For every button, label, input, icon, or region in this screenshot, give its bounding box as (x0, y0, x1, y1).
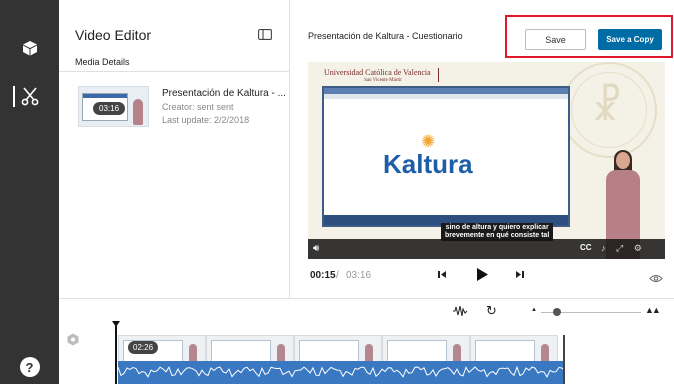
step-forward-icon (516, 271, 524, 278)
subtitle-line-1: sino de altura y quiero explicar (445, 224, 549, 231)
zoom-slider-knob[interactable] (553, 308, 561, 316)
entry-last-update: Last update: 2/2/2018 (162, 115, 250, 125)
trim-tool-button[interactable] (0, 74, 59, 118)
chi-rho-emblem: ☧ (591, 84, 623, 130)
play-button[interactable] (476, 268, 488, 284)
timeline-frame (470, 335, 558, 363)
timeline-frame (382, 335, 470, 363)
timeline: ↻ ▲ ▲▲ 02:26 (59, 298, 674, 384)
previous-frame-button[interactable] (438, 270, 447, 282)
time-separator: / (336, 270, 339, 281)
left-rail: ? (0, 0, 59, 384)
video-title: Presentación de Kaltura - Cuestionario (308, 31, 463, 41)
media-details-panel: Video Editor Media Details 03:16 Present… (59, 0, 290, 298)
duration-badge: 03:16 (93, 102, 126, 115)
thumbnail-presenter (133, 99, 143, 125)
university-divider (438, 68, 439, 82)
total-time: 03:16 (346, 270, 372, 281)
preview-panel: Presentación de Kaltura - Cuestionario S… (291, 0, 674, 298)
playhead-time-badge: 02:26 (128, 341, 159, 354)
play-icon (477, 268, 488, 281)
eye-icon (649, 275, 663, 282)
save-a-copy-button[interactable]: Save a Copy (598, 29, 662, 50)
video-player[interactable]: Universidad Católica de Valencia San Vic… (308, 62, 665, 259)
media-details-label: Media Details (75, 57, 130, 67)
kaltura-wordmark: Kaltura (383, 149, 473, 179)
timeline-frame (206, 335, 294, 363)
university-subname: San Vicente Mártir (364, 78, 402, 83)
player-options-icon[interactable]: ♪ ⤢ ⚙ (601, 243, 646, 254)
help-icon: ? (19, 357, 40, 377)
timeline-frame (294, 335, 382, 363)
panel-title: Video Editor (75, 27, 152, 43)
timeline-track[interactable]: 02:26 (118, 335, 565, 384)
visibility-toggle[interactable] (649, 270, 663, 288)
screen-menubar (324, 94, 568, 99)
university-name: Universidad Católica de Valencia (324, 68, 431, 77)
hexagon-icon (67, 333, 79, 351)
panel-toggle-button[interactable] (258, 27, 272, 45)
timeline-toolbar: ↻ ▲ ▲▲ (59, 299, 674, 323)
current-time: 00:15 (310, 270, 336, 281)
zoom-in-icon[interactable]: ▲▲ (645, 305, 661, 315)
next-frame-button[interactable] (515, 270, 524, 282)
entry-title: Presentación de Kaltura - ... (162, 88, 286, 99)
waveform-icon[interactable] (453, 305, 468, 319)
zoom-out-icon[interactable]: ▲ (531, 307, 537, 313)
player-controlbar: 🔊︎ CC ♪ ⤢ ⚙ (308, 239, 665, 259)
help-button[interactable]: ? (0, 350, 59, 384)
audio-waveform (118, 361, 563, 384)
presentation-screen: ✺ Kaltura (322, 86, 570, 227)
cc-icon[interactable]: CC (580, 243, 592, 252)
sidebar-toggle-icon (258, 29, 272, 40)
volume-icon[interactable]: 🔊︎ (313, 243, 319, 254)
presenter-head (616, 152, 630, 169)
step-back-icon (438, 271, 446, 278)
save-button[interactable]: Save (525, 29, 586, 50)
scissors-icon (21, 87, 38, 106)
entry-creator: Creator: sent sent (162, 102, 234, 112)
playhead-line[interactable] (115, 326, 117, 384)
entry-thumbnail: 03:16 (78, 86, 149, 127)
cube-icon (22, 41, 37, 56)
divider (59, 71, 290, 72)
cube-icon-button[interactable] (0, 26, 59, 70)
refresh-icon[interactable]: ↻ (486, 303, 497, 319)
kaltura-logo: ✺ Kaltura (375, 132, 505, 187)
